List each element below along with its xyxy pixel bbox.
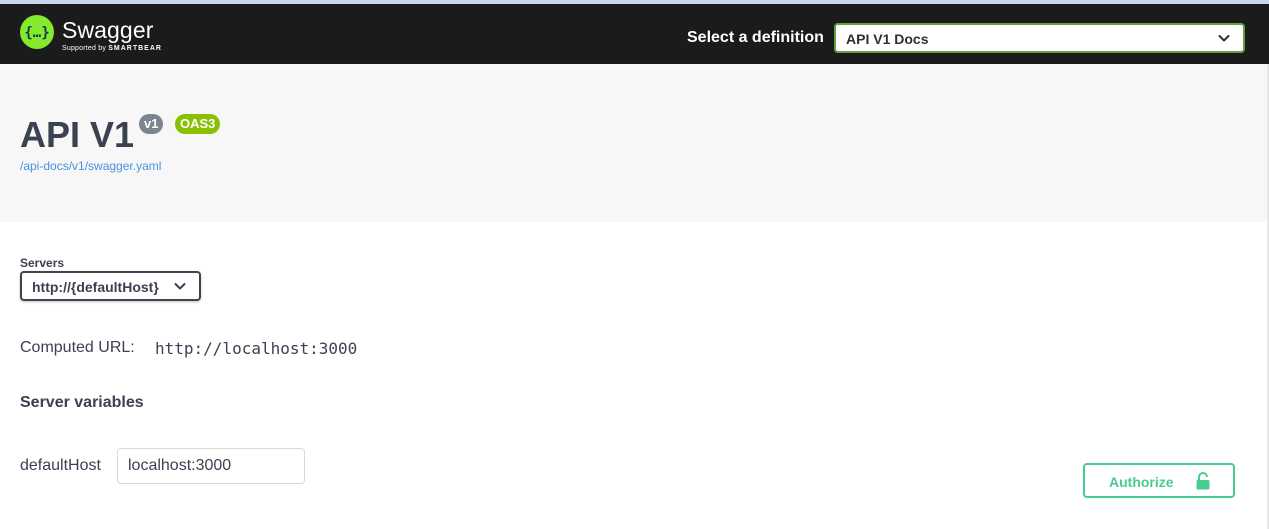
swagger-logo[interactable]: {…} Swagger Supported by SMARTBEAR [20, 14, 220, 58]
unlocked-padlock-icon [1196, 472, 1210, 490]
server-variables-heading: Server variables [20, 394, 144, 411]
brand-subtitle: Supported by SMARTBEAR [62, 45, 162, 52]
swagger-braces-icon: {…} [20, 15, 54, 49]
brand-sub-prefix: Supported by [62, 45, 107, 52]
svg-text:{…}: {…} [25, 25, 49, 41]
servers-select[interactable]: http://{defaultHost} [20, 271, 201, 301]
computed-url-label: Computed URL: [20, 339, 135, 356]
computed-url-value: http://localhost:3000 [155, 339, 358, 358]
server-variable-name: defaultHost [20, 457, 101, 474]
definition-select[interactable]: API V1 Docs [834, 23, 1245, 53]
api-info-section: API V1 v1 OAS3 /api-docs/v1/swagger.yaml [0, 64, 1269, 222]
servers-label: Servers [20, 256, 65, 270]
topbar: {…} Swagger Supported by SMARTBEAR Selec… [0, 4, 1269, 64]
spec-file-link[interactable]: /api-docs/v1/swagger.yaml [20, 159, 161, 173]
authorize-button[interactable]: Authorize [1083, 463, 1235, 498]
version-badge: v1 [139, 114, 164, 134]
brand-sub-company: SMARTBEAR [108, 45, 162, 52]
server-variable-input[interactable] [117, 448, 305, 484]
definition-selected-value: API V1 Docs [846, 31, 929, 47]
chevron-down-icon [174, 283, 186, 290]
definition-label: Select a definition [687, 29, 824, 46]
chevron-down-icon [1218, 35, 1230, 42]
brand-name: Swagger [62, 17, 154, 43]
authorize-label: Authorize [1109, 474, 1174, 490]
servers-selected-value: http://{defaultHost} [32, 279, 159, 295]
api-title: API V1 [20, 114, 135, 155]
spec-version-badge: OAS3 [175, 114, 221, 134]
